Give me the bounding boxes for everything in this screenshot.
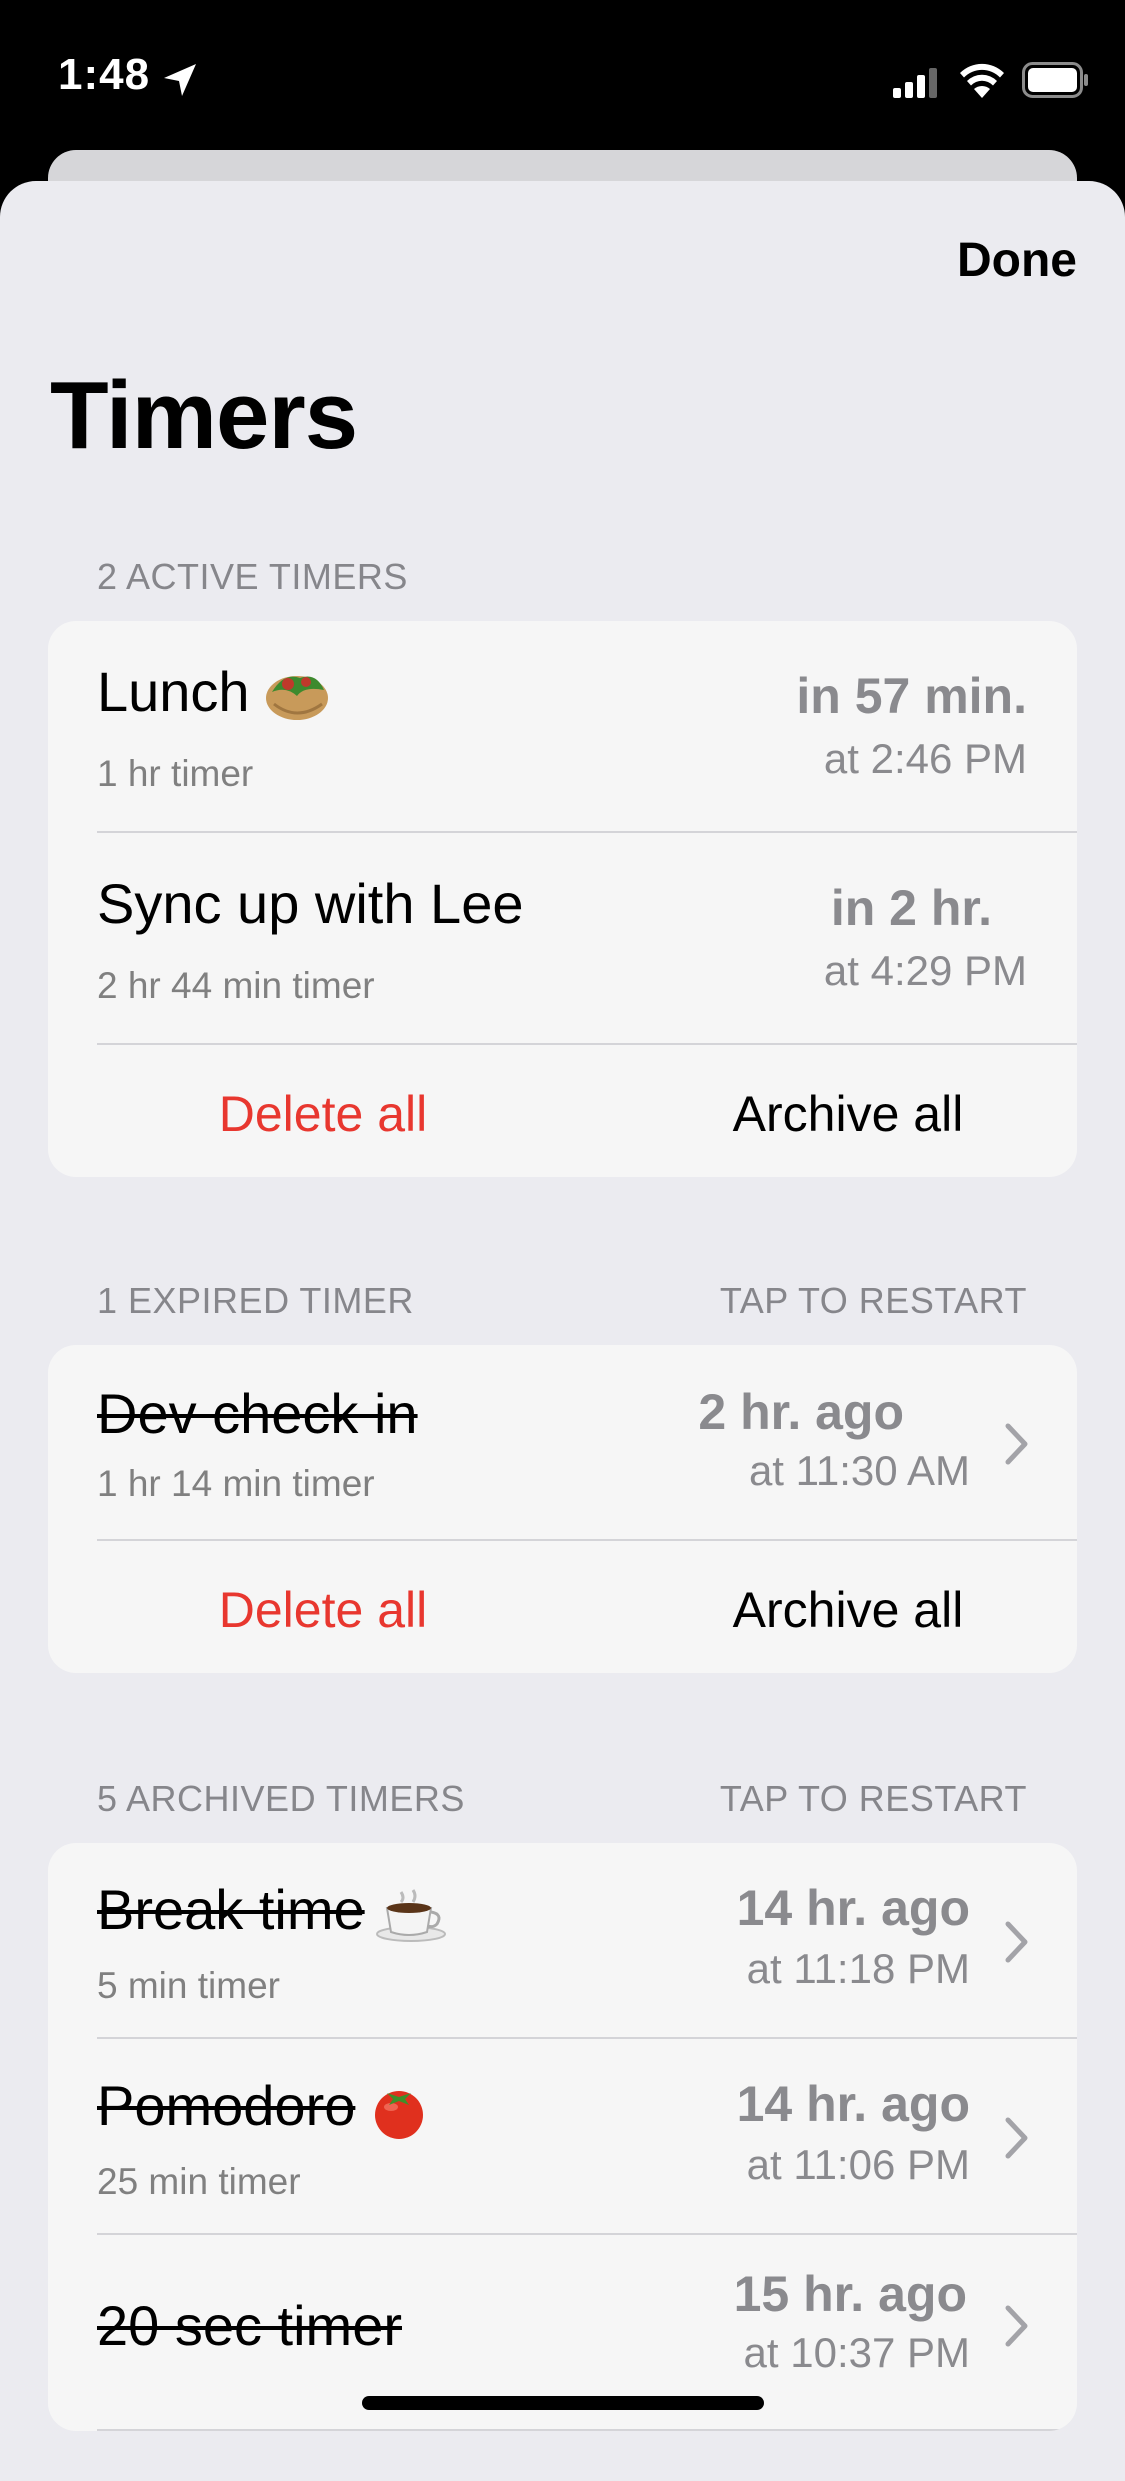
- page-title: Timers: [50, 362, 358, 469]
- section-title: 5 ARCHIVED TIMERS: [97, 1778, 465, 1819]
- timer-title: Pomodoro: [97, 2073, 435, 2141]
- tap-to-restart-hint: TAP TO RESTART: [719, 1280, 1027, 1321]
- home-indicator[interactable]: [362, 2396, 764, 2410]
- burrito-icon: [265, 676, 328, 721]
- battery-icon: [1022, 62, 1088, 98]
- done-button[interactable]: Done: [957, 233, 1077, 288]
- chevron-right-icon: [1005, 2305, 1028, 2347]
- delete-all-button[interactable]: Delete all: [48, 1581, 598, 1639]
- timer-row-pomodoro[interactable]: Pomodoro 25 min timer 14 hr. ago at 11:0…: [48, 2039, 1077, 2235]
- archived-timers-header: 5 ARCHIVED TIMERS TAP TO RESTART: [97, 1778, 1027, 1820]
- timer-title: Lunch: [97, 659, 330, 724]
- timer-absolute-time: at 11:30 AM: [748, 1447, 970, 1494]
- status-time: 1:48: [58, 50, 151, 99]
- timer-absolute-time: at 11:06 PM: [746, 2141, 970, 2188]
- wifi-icon: [960, 63, 1004, 98]
- location-arrow-icon: [164, 64, 196, 96]
- delete-all-button[interactable]: Delete all: [48, 1085, 598, 1143]
- timer-duration: 1 hr timer: [97, 753, 254, 794]
- timer-relative-time: 14 hr. ago: [736, 1880, 970, 1936]
- active-actions: Delete all Archive all: [48, 1045, 1077, 1177]
- timer-row-lunch[interactable]: Lunch 1 hr timer in 57 min. at 2:46 PM: [48, 621, 1077, 833]
- status-bar: 1:48: [0, 0, 1125, 150]
- timer-title: Break time: [97, 1877, 449, 1943]
- archive-all-button[interactable]: Archive all: [568, 1581, 1077, 1639]
- timer-row-dev-check-in[interactable]: Dev check in 1 hr 14 min timer 2 hr. ago…: [48, 1345, 1077, 1541]
- tap-to-restart-hint: TAP TO RESTART: [719, 1778, 1027, 1819]
- timer-relative-time: in 2 hr.: [830, 880, 992, 936]
- timer-row-break-time[interactable]: Break time 5 min timer 14 hr. ago at 11:…: [48, 1843, 1077, 2039]
- chevron-right-icon: [1005, 1921, 1028, 1963]
- timer-row-sync-up[interactable]: Sync up with Lee 2 hr 44 min timer in 2 …: [48, 833, 1077, 1045]
- timer-title: Dev check in: [97, 1382, 418, 1445]
- timer-relative-time: 2 hr. ago: [698, 1384, 904, 1440]
- active-timers-card: Lunch 1 hr timer in 57 min. at 2:46 PM S…: [48, 621, 1077, 1177]
- archive-all-button[interactable]: Archive all: [568, 1085, 1077, 1143]
- expired-timers-card: Dev check in 1 hr 14 min timer 2 hr. ago…: [48, 1345, 1077, 1673]
- timer-absolute-time: at 10:37 PM: [743, 2329, 970, 2376]
- expired-timers-header: 1 EXPIRED TIMER TAP TO RESTART: [97, 1280, 1027, 1322]
- section-title: 2 ACTIVE TIMERS: [97, 556, 408, 597]
- timer-absolute-time: at 2:46 PM: [823, 735, 1027, 782]
- chevron-right-icon: [1005, 2117, 1028, 2159]
- cellular-signal-icon: [893, 68, 937, 98]
- timer-relative-time: in 57 min.: [796, 668, 1027, 724]
- timers-sheet: Done Timers 2 ACTIVE TIMERS Lunch 1 hr t…: [0, 181, 1125, 2481]
- timer-absolute-time: at 4:29 PM: [823, 947, 1027, 994]
- divider: [97, 2429, 1077, 2431]
- timer-duration: 25 min timer: [97, 2161, 301, 2202]
- timer-relative-time: 15 hr. ago: [733, 2266, 967, 2322]
- timer-duration: 1 hr 14 min timer: [97, 1463, 375, 1504]
- chevron-right-icon: [1005, 1423, 1028, 1465]
- active-timers-header: 2 ACTIVE TIMERS: [97, 556, 1027, 598]
- timer-relative-time: 14 hr. ago: [736, 2076, 970, 2132]
- timer-duration: 5 min timer: [97, 1965, 280, 2006]
- timer-title: 20 sec timer: [97, 2294, 402, 2357]
- timer-duration: 2 hr 44 min timer: [97, 965, 375, 1006]
- archived-timers-card: Break time 5 min timer 14 hr. ago at 11:…: [48, 1843, 1077, 2431]
- timer-title: Sync up with Lee: [97, 872, 524, 935]
- timer-absolute-time: at 11:18 PM: [746, 1945, 970, 1992]
- tomato-icon: [375, 2091, 424, 2140]
- section-title: 1 EXPIRED TIMER: [97, 1280, 414, 1321]
- expired-actions: Delete all Archive all: [48, 1541, 1077, 1673]
- coffee-icon: [375, 1889, 446, 1943]
